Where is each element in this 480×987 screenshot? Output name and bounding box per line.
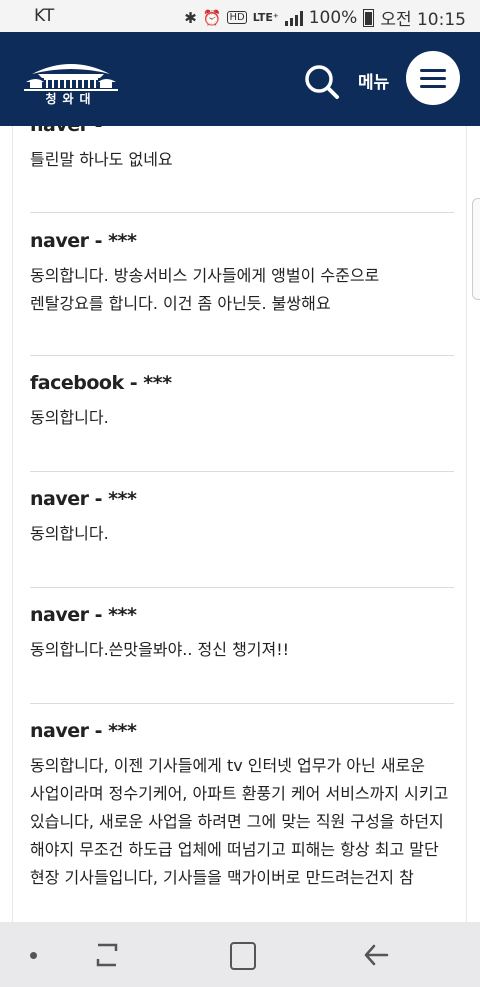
comment-divider (30, 212, 454, 213)
comment-text: 동의합니다. 방송서비스 기사들에게 앵벌이 수준으로 렌탈강요를 합니다. 이… (30, 266, 380, 313)
search-icon[interactable] (302, 62, 342, 102)
comment-text: 동의합니다. (30, 524, 109, 543)
status-icons: ✱ ⏰ HD LTE⁺ 100% 오전 10:15 (184, 5, 466, 31)
comment-item: naver - 틀린말 하나도 없네요 (30, 126, 456, 174)
comment-author: naver - *** (30, 604, 137, 626)
comment-item: naver - *** 동의합니다. (30, 488, 456, 548)
recent-apps-icon[interactable] (94, 941, 120, 969)
home-icon[interactable] (230, 942, 256, 970)
lte-indicator: LTE⁺ (252, 11, 279, 24)
clock: 오전 10:15 (380, 10, 466, 30)
comment-item: facebook - *** 동의합니다. (30, 372, 456, 432)
battery-percent: 100% (308, 7, 358, 28)
comment-item: naver - *** 동의합니다. 방송서비스 기사들에게 앵벌이 수준으로 … (30, 230, 456, 318)
card-right-edge (466, 126, 467, 922)
comment-item: naver - *** 동의합니다, 이젠 기사들에게 tv 인터넷 업무가 아… (30, 720, 456, 892)
status-bar: KT ✱ ⏰ HD LTE⁺ 100% 오전 10:15 (0, 0, 480, 32)
site-header: 청와대 메뉴 (0, 32, 480, 126)
carrier-label: KT (34, 6, 55, 26)
comment-divider (30, 471, 454, 472)
hamburger-menu-icon[interactable] (406, 51, 460, 105)
comment-text: 동의합니다.쓴맛을봐야.. 정신 챙기져!! (30, 640, 290, 659)
comment-author: naver - *** (30, 720, 137, 742)
system-nav-bar (0, 922, 480, 987)
back-icon[interactable] (362, 941, 390, 969)
bluetooth-icon: ✱ (184, 8, 197, 27)
comment-text: 동의합니다. (30, 408, 109, 427)
comment-author: naver - (30, 126, 456, 136)
card-left-edge (12, 126, 13, 922)
battery-icon (363, 8, 375, 27)
menu-label[interactable]: 메뉴 (358, 68, 389, 93)
hd-icon: HD (227, 11, 247, 24)
comment-text: 동의합니다, 이젠 기사들에게 tv 인터넷 업무가 아닌 새로운 사업이라며 … (30, 756, 449, 887)
comment-author: facebook - *** (30, 372, 172, 394)
nav-indicator-dot (30, 952, 37, 959)
comment-author: naver - *** (30, 230, 137, 252)
signal-icon (284, 10, 303, 26)
comment-divider (30, 587, 454, 588)
comment-author: naver - *** (30, 488, 137, 510)
comment-divider (30, 355, 454, 356)
logo-text: 청와대 (45, 92, 97, 106)
comment-list[interactable]: naver - 틀린말 하나도 없네요 naver - *** 동의합니다. 방… (0, 126, 480, 922)
comment-item: naver - *** 동의합니다.쓴맛을봐야.. 정신 챙기져!! (30, 604, 456, 664)
comment-divider (30, 703, 454, 704)
alarm-icon: ⏰ (202, 8, 222, 27)
scroll-indicator[interactable] (472, 198, 480, 300)
comment-text: 틀린말 하나도 없네요 (30, 150, 173, 169)
